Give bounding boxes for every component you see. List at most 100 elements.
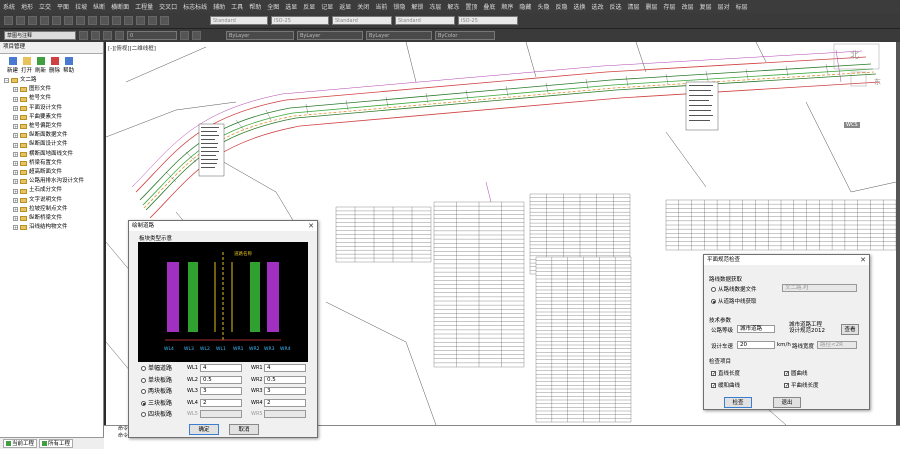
menu-item[interactable]: 系统: [0, 2, 18, 11]
tree-item[interactable]: + 超高断面文件: [4, 168, 103, 177]
scrollbar[interactable]: [896, 42, 900, 449]
expand-icon[interactable]: +: [13, 114, 18, 120]
tree-item[interactable]: + 桩号文件: [4, 94, 103, 103]
lightbulb-icon[interactable]: [91, 31, 100, 40]
menu-item[interactable]: 反显: [300, 2, 318, 11]
check-item[interactable]: ✓ 平曲线长度: [784, 381, 819, 389]
expand-icon[interactable]: +: [13, 188, 18, 194]
menu-item[interactable]: 工具: [228, 2, 246, 11]
menu-item[interactable]: 置顶: [462, 2, 480, 11]
plotstyle-select[interactable]: ByColor: [435, 31, 495, 40]
radio-4[interactable]: [141, 412, 146, 417]
text-style-select[interactable]: Standard: [210, 16, 268, 25]
undo-icon[interactable]: [52, 16, 61, 25]
right-width-input[interactable]: 0.5: [264, 375, 306, 384]
road-grade-select[interactable]: 城市道路: [737, 325, 775, 333]
project-tab[interactable]: 当前工程: [3, 439, 38, 448]
expand-icon[interactable]: +: [13, 160, 18, 166]
menu-item[interactable]: 叠底: [480, 2, 498, 11]
tree-item[interactable]: + 桥梁有置文件: [4, 159, 103, 168]
expand-icon[interactable]: +: [13, 225, 18, 231]
table-style-select[interactable]: Standard: [332, 16, 392, 25]
match-icon[interactable]: [100, 16, 109, 25]
snap-icon[interactable]: [136, 16, 145, 25]
radio-1[interactable]: [141, 377, 146, 383]
radio-file[interactable]: [711, 287, 716, 292]
tree-item[interactable]: + 土石成分文件: [4, 186, 103, 195]
compass-north[interactable]: 北: [850, 48, 859, 61]
measure-icon[interactable]: [160, 16, 169, 25]
tree-item[interactable]: + 桩号偏距文件: [4, 122, 103, 131]
tree-item[interactable]: + 纵断面数据文件: [4, 131, 103, 140]
lane-width-field[interactable]: 路径<2R: [817, 341, 857, 349]
menu-item[interactable]: 记显: [318, 2, 336, 11]
menu-item[interactable]: 隐藏: [516, 2, 534, 11]
save-icon[interactable]: [28, 16, 37, 25]
menu-item[interactable]: 标志标线: [180, 2, 210, 11]
check-item[interactable]: ✓ 圆曲线: [784, 369, 808, 377]
menu-item[interactable]: 顺序: [498, 2, 516, 11]
menu-item[interactable]: 关闭: [354, 2, 372, 11]
ortho-icon[interactable]: [148, 16, 157, 25]
menu-item[interactable]: 改层: [679, 2, 697, 11]
new-icon[interactable]: [4, 16, 13, 25]
road-type-option[interactable]: 三块板路: [141, 398, 172, 410]
menu-item[interactable]: 平面: [54, 2, 72, 11]
lock-icon[interactable]: [115, 31, 124, 40]
exit-button[interactable]: 退出: [773, 397, 801, 408]
road-type-option[interactable]: 两块板路: [141, 386, 172, 398]
menu-item[interactable]: 地形: [18, 2, 36, 11]
layer-icon[interactable]: [112, 16, 121, 25]
layer-manager-icon[interactable]: [180, 31, 189, 40]
expand-icon[interactable]: +: [13, 206, 18, 212]
menu-item[interactable]: 返显: [336, 2, 354, 11]
expand-icon[interactable]: +: [13, 170, 18, 176]
expand-icon[interactable]: +: [13, 142, 18, 148]
close-icon[interactable]: ✕: [860, 255, 866, 265]
open-icon[interactable]: [16, 16, 25, 25]
left-width-input[interactable]: 0.5: [200, 375, 242, 384]
zoom-icon[interactable]: [88, 16, 97, 25]
menu-item[interactable]: 冻层: [426, 2, 444, 11]
menu-item[interactable]: 当前: [372, 2, 390, 11]
left-width-input[interactable]: 2: [200, 398, 242, 407]
expand-icon[interactable]: +: [13, 87, 18, 93]
cancel-button[interactable]: 取消: [229, 424, 259, 435]
right-width-input[interactable]: 3: [264, 387, 306, 395]
tree-item[interactable]: + 拉坡控制点文件: [4, 205, 103, 214]
expand-icon[interactable]: +: [13, 124, 18, 130]
project-refresh-button[interactable]: 刷新: [35, 57, 46, 74]
menu-item[interactable]: 反选: [607, 2, 625, 11]
expand-icon[interactable]: +: [13, 216, 18, 222]
menu-item[interactable]: 复层: [697, 2, 715, 11]
lineweight-select[interactable]: ByLayer: [366, 31, 432, 40]
menu-item[interactable]: 头隐: [534, 2, 552, 11]
left-width-input[interactable]: [200, 410, 242, 418]
check-item[interactable]: ✓ 缓和曲线: [711, 381, 740, 389]
radio-centerline[interactable]: [711, 299, 716, 304]
dim-style-select[interactable]: ISO-25: [271, 16, 329, 25]
right-width-input[interactable]: [264, 410, 306, 418]
checkbox[interactable]: ✓: [711, 383, 716, 389]
road-type-option[interactable]: 四块板路: [141, 409, 172, 421]
sun-icon[interactable]: [103, 31, 112, 40]
pan-icon[interactable]: [76, 16, 85, 25]
tree-item[interactable]: + 纵断面设计文件: [4, 140, 103, 149]
option-from-centerline[interactable]: 从道路中线获取: [711, 297, 757, 305]
project-open-button[interactable]: 打开: [21, 57, 32, 74]
menu-item[interactable]: 立交: [36, 2, 54, 11]
radio-3[interactable]: [141, 400, 146, 406]
tree-item[interactable]: + 文字说明文件: [4, 196, 103, 205]
menu-item[interactable]: 解锁: [408, 2, 426, 11]
check-item[interactable]: ✓ 直线长度: [711, 369, 740, 377]
right-width-input[interactable]: 4: [264, 364, 306, 372]
workspace-select[interactable]: 草图与注释: [4, 31, 76, 40]
menu-item[interactable]: 存层: [661, 2, 679, 11]
menu-item[interactable]: 锁隐: [390, 2, 408, 11]
gear-icon[interactable]: [79, 31, 88, 40]
menu-item[interactable]: 解冻: [444, 2, 462, 11]
radio-0[interactable]: [141, 366, 146, 371]
right-width-input[interactable]: 2: [264, 398, 306, 407]
expand-icon[interactable]: +: [13, 151, 18, 157]
project-delete-button[interactable]: 删除: [49, 57, 60, 74]
